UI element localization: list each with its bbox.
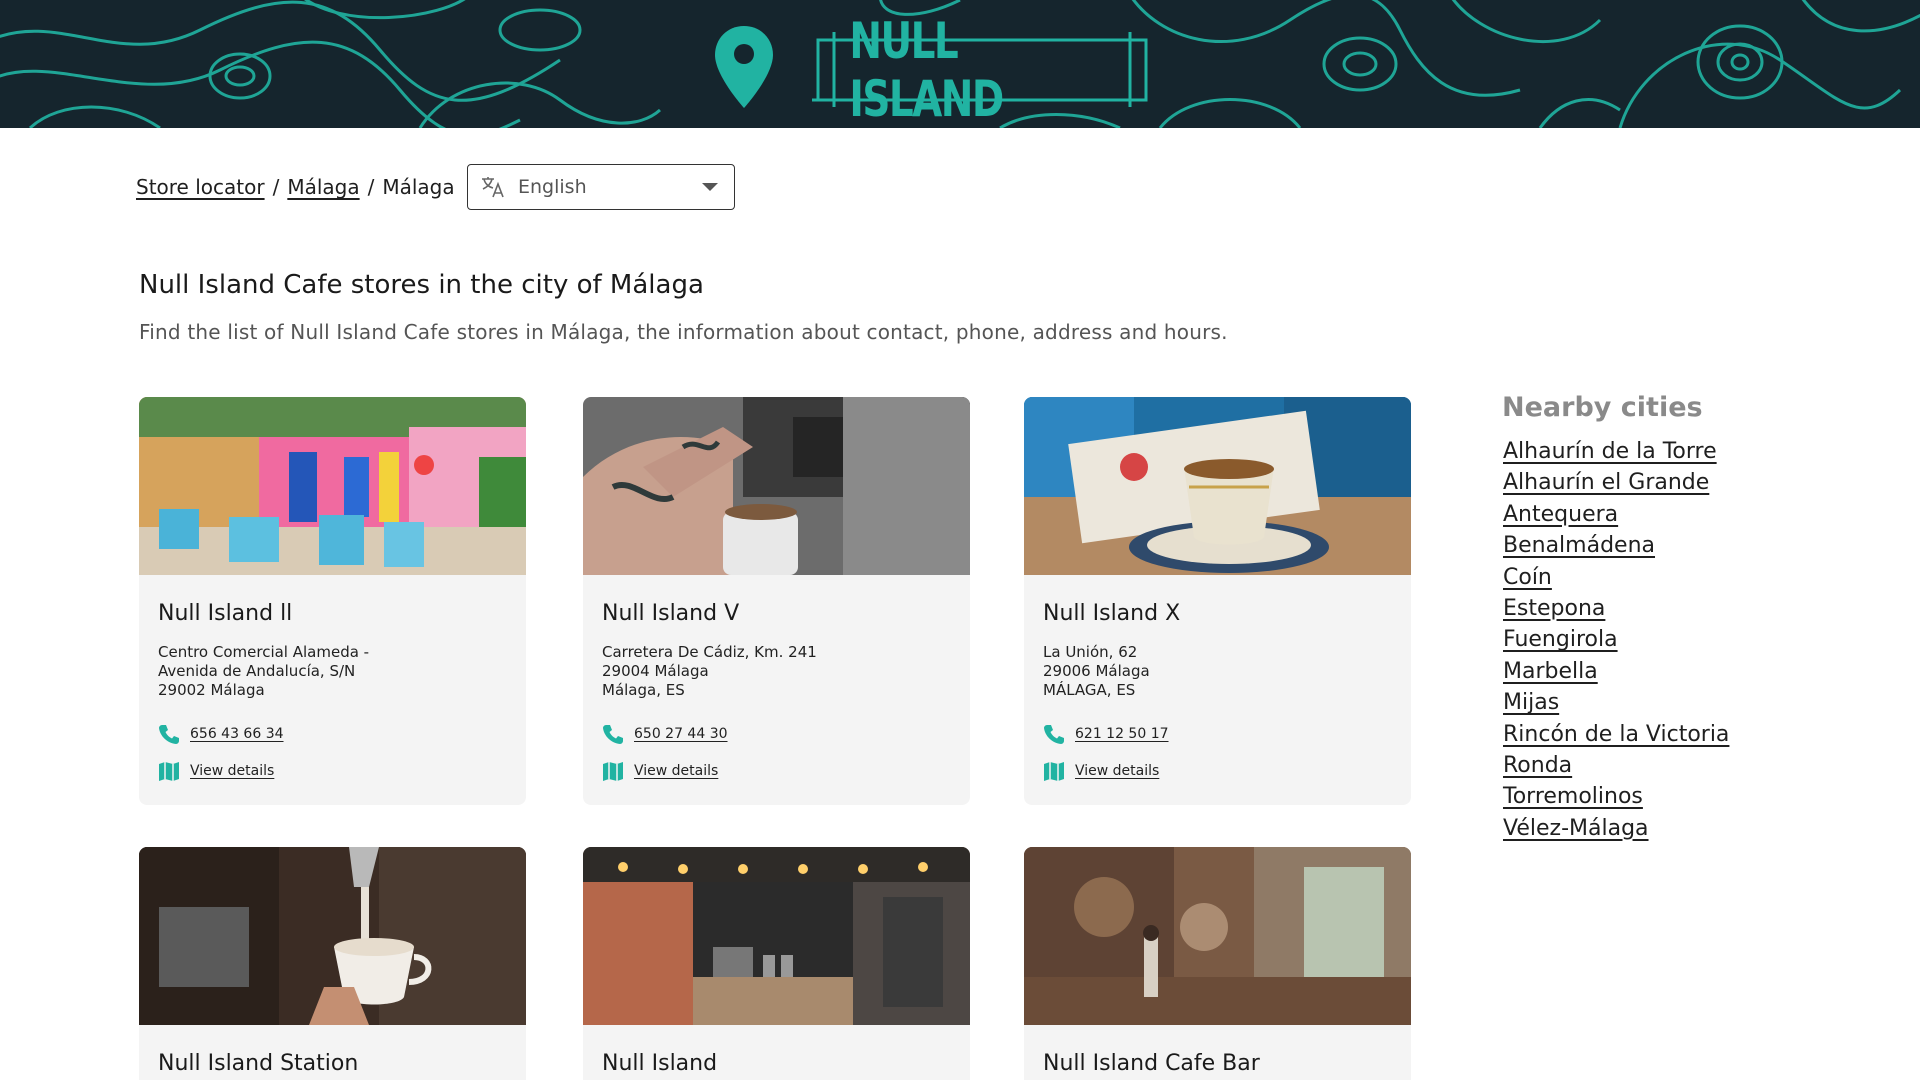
chevron-down-icon (702, 183, 718, 191)
list-item: Benalmádena (1503, 533, 1729, 564)
store-phone[interactable]: 621 12 50 17 (1043, 723, 1169, 745)
store-photo (139, 847, 526, 1025)
store-photo (139, 397, 526, 575)
phone-icon (159, 725, 179, 744)
list-item: Vélez-Málaga (1503, 816, 1729, 847)
breadcrumb-current: Málaga (382, 175, 455, 199)
nearby-cities-title: Nearby cities (1502, 392, 1703, 423)
store-name: Null Island X (1043, 601, 1181, 626)
nearby-cities-list: Alhaurín de la Torre Alhaurín el Grande … (1503, 439, 1729, 847)
store-card[interactable]: Null Island ll Centro Comercial Alameda … (139, 397, 526, 805)
language-selected: English (518, 176, 587, 198)
phone-link[interactable]: 656 43 66 34 (190, 726, 284, 742)
store-photo (1024, 847, 1411, 1025)
list-item: Antequera (1503, 502, 1729, 533)
view-details-link[interactable]: View details (1075, 763, 1159, 779)
city-link[interactable]: Alhaurín de la Torre (1503, 439, 1717, 464)
store-details[interactable]: View details (158, 760, 274, 782)
store-phone[interactable]: 656 43 66 34 (158, 723, 284, 745)
brand-name: NULL ISLAND (849, 11, 1004, 128)
list-item: Mijas (1503, 690, 1729, 721)
store-phone[interactable]: 650 27 44 30 (602, 723, 728, 745)
city-link[interactable]: Marbella (1503, 659, 1598, 684)
map-pin-icon (715, 26, 773, 108)
store-photo (583, 847, 970, 1025)
store-card[interactable]: Null Island (583, 847, 970, 1080)
breadcrumb-province[interactable]: Málaga (287, 175, 359, 199)
list-item: Alhaurín de la Torre (1503, 439, 1729, 470)
phone-link[interactable]: 650 27 44 30 (634, 726, 728, 742)
store-address: Centro Comercial Alameda - Avenida de An… (158, 643, 370, 699)
store-card[interactable]: Null Island Cafe Bar (1024, 847, 1411, 1080)
store-photo (1024, 397, 1411, 575)
view-details-link[interactable]: View details (190, 763, 274, 779)
header-banner: NULL ISLAND (0, 0, 1920, 128)
translate-icon (482, 177, 504, 198)
city-link[interactable]: Benalmádena (1503, 533, 1655, 558)
store-name: Null Island V (602, 601, 740, 626)
list-item: Rincón de la Victoria (1503, 722, 1729, 753)
store-photo (583, 397, 970, 575)
store-name: Null Island (602, 1051, 718, 1076)
view-details-link[interactable]: View details (634, 763, 718, 779)
store-details[interactable]: View details (1043, 760, 1159, 782)
store-details[interactable]: View details (602, 760, 718, 782)
city-link[interactable]: Estepona (1503, 596, 1605, 621)
store-name: Null Island Station (158, 1051, 359, 1076)
map-icon (159, 762, 179, 781)
city-link[interactable]: Coín (1503, 565, 1552, 590)
brand-logo[interactable]: NULL ISLAND (712, 12, 1148, 128)
list-item: Coín (1503, 565, 1729, 596)
city-link[interactable]: Mijas (1503, 690, 1559, 715)
list-item: Torremolinos (1503, 784, 1729, 815)
store-card[interactable]: Null Island Station (139, 847, 526, 1080)
breadcrumb-separator: / (367, 175, 375, 199)
city-link[interactable]: Antequera (1503, 502, 1618, 527)
city-link[interactable]: Alhaurín el Grande (1503, 470, 1709, 495)
page-title: Null Island Cafe stores in the city of M… (139, 270, 704, 300)
city-link[interactable]: Ronda (1503, 753, 1572, 778)
language-select[interactable]: English (467, 164, 735, 210)
list-item: Alhaurín el Grande (1503, 470, 1729, 501)
store-name: Null Island Cafe Bar (1043, 1051, 1260, 1076)
map-icon (603, 762, 623, 781)
store-card[interactable]: Null Island X La Unión, 62 29006 Málaga … (1024, 397, 1411, 805)
list-item: Ronda (1503, 753, 1729, 784)
breadcrumb-store-locator[interactable]: Store locator (136, 175, 265, 199)
city-link[interactable]: Torremolinos (1503, 784, 1643, 809)
list-item: Estepona (1503, 596, 1729, 627)
phone-link[interactable]: 621 12 50 17 (1075, 726, 1169, 742)
breadcrumb: Store locator / Málaga / Málaga (136, 175, 455, 199)
city-link[interactable]: Rincón de la Victoria (1503, 722, 1729, 747)
city-link[interactable]: Vélez-Málaga (1503, 816, 1649, 841)
list-item: Marbella (1503, 659, 1729, 690)
list-item: Fuengirola (1503, 627, 1729, 658)
breadcrumb-separator: / (272, 175, 280, 199)
page-subtitle: Find the list of Null Island Cafe stores… (139, 320, 1228, 344)
store-address: Carretera De Cádiz, Km. 241 29004 Málaga… (602, 643, 817, 699)
store-card[interactable]: Null Island V Carretera De Cádiz, Km. 24… (583, 397, 970, 805)
store-address: La Unión, 62 29006 Málaga MÁLAGA, ES (1043, 643, 1150, 699)
map-icon (1044, 762, 1064, 781)
store-name: Null Island ll (158, 601, 293, 626)
phone-icon (603, 725, 623, 744)
city-link[interactable]: Fuengirola (1503, 627, 1618, 652)
phone-icon (1044, 725, 1064, 744)
